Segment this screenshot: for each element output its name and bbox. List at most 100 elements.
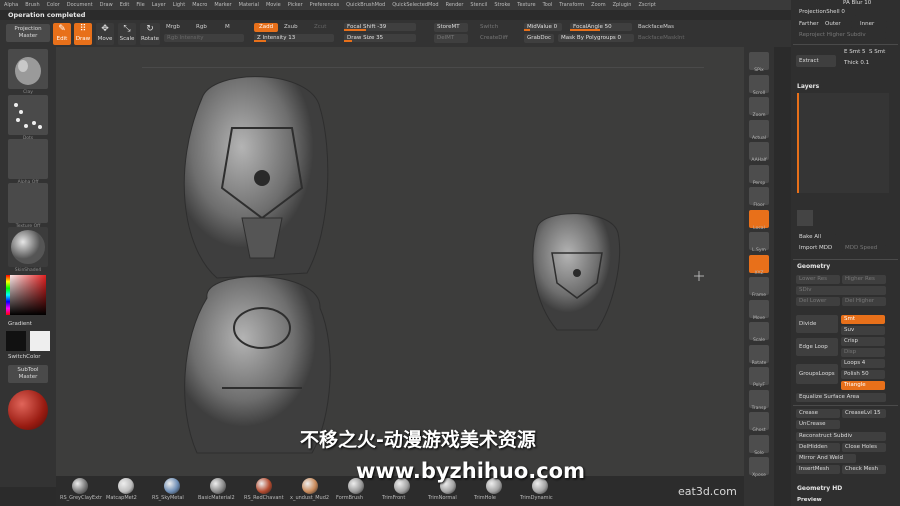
import-mdd-button[interactable]: Import MDD <box>796 244 840 253</box>
menu-item[interactable]: Color <box>47 2 60 8</box>
reproject-higher-subdiv-button[interactable]: Reproject Higher Subdiv <box>796 31 886 40</box>
layers-list[interactable] <box>797 93 889 193</box>
menu-item[interactable]: Stroke <box>494 2 510 8</box>
subtool-master-button[interactable]: SubTool Master <box>8 365 48 383</box>
menu-item[interactable]: Material <box>239 2 259 8</box>
crease-button[interactable]: Crease <box>796 409 840 418</box>
storemt-button[interactable]: StoreMT <box>434 23 468 32</box>
reconstruct-subdiv-button[interactable]: Reconstruct Subdiv <box>796 432 886 441</box>
extract-button[interactable]: Extract <box>796 55 836 67</box>
creatediff-button[interactable]: CreateDiff <box>480 35 508 41</box>
smt-toggle[interactable]: Smt <box>841 315 885 324</box>
material-swatch[interactable] <box>72 478 88 494</box>
z-intensity-slider[interactable]: Z Intensity 13 <box>254 34 334 42</box>
loops-slider[interactable]: Loops 4 <box>841 359 885 368</box>
grabdoc-button[interactable]: GrabDoc <box>524 34 554 43</box>
new-layer-button[interactable] <box>797 210 813 226</box>
material-swatch[interactable] <box>302 478 318 494</box>
stroke-thumbnail[interactable] <box>8 95 48 135</box>
focal-angle-slider[interactable]: FocalAngle 50 <box>570 23 632 31</box>
draw-button[interactable]: ⠿ Draw <box>74 23 92 45</box>
menu-item[interactable]: Macro <box>192 2 207 8</box>
menu-item[interactable]: Tool <box>543 2 553 8</box>
menu-item[interactable]: Layer <box>152 2 166 8</box>
del-higher-button[interactable]: Del Higher <box>842 297 886 306</box>
menu-item[interactable]: Edit <box>120 2 130 8</box>
switchcolor-button[interactable]: SwitchColor <box>8 354 41 360</box>
delhidden-button[interactable]: DelHidden <box>796 443 840 452</box>
move-button[interactable]: ✥ Move <box>96 23 114 45</box>
menu-item[interactable]: Stencil <box>470 2 487 8</box>
menu-item[interactable]: QuickSelectedMod <box>392 2 438 8</box>
menu-item[interactable]: Zplugin <box>613 2 632 8</box>
material-swatch[interactable] <box>256 478 272 494</box>
suv-toggle[interactable]: Suv <box>841 326 885 335</box>
menu-item[interactable]: Light <box>173 2 185 8</box>
color-picker[interactable] <box>6 275 46 315</box>
edit-button[interactable]: ✎ Edit <box>53 23 71 45</box>
scale-button[interactable]: ⤡ Scale <box>118 23 136 45</box>
menu-item[interactable]: File <box>136 2 144 8</box>
outer-button[interactable]: Outer <box>822 20 852 29</box>
sdiv-slider[interactable]: SDiv <box>796 286 886 295</box>
mrgb-button[interactable]: Mrgb <box>166 24 180 30</box>
alpha-thumbnail[interactable] <box>8 139 48 179</box>
material-swatch[interactable] <box>210 478 226 494</box>
disp-slider[interactable]: Disp <box>841 348 885 357</box>
switch-button[interactable]: Switch <box>480 24 498 30</box>
material-swatch[interactable] <box>118 478 134 494</box>
del-lower-button[interactable]: Del Lower <box>796 297 840 306</box>
menu-item[interactable]: Alpha <box>4 2 18 8</box>
zsub-button[interactable]: Zsub <box>284 24 298 30</box>
material-thumbnail[interactable] <box>8 227 48 267</box>
menu-item[interactable]: Preferences <box>310 2 339 8</box>
sculpt-models[interactable] <box>142 68 704 476</box>
mdd-speed-slider[interactable]: MDD Speed <box>842 244 886 253</box>
hue-strip[interactable] <box>6 275 10 315</box>
layers-title[interactable]: Layers <box>797 83 819 90</box>
menu-item[interactable]: Picker <box>288 2 303 8</box>
mask-by-polygroups-slider[interactable]: Mask By Polygroups 0 <box>558 34 634 42</box>
midvalue-slider[interactable]: MidValue 0 <box>524 23 562 31</box>
crisp-toggle[interactable]: Crisp <box>841 337 885 346</box>
menu-item[interactable]: Texture <box>517 2 535 8</box>
red-material-sphere[interactable] <box>8 390 48 430</box>
main-color-swatch[interactable] <box>6 331 26 351</box>
groupsloops-button[interactable]: GroupsLoops <box>796 364 838 384</box>
uncrease-button[interactable]: UnCrease <box>796 420 840 429</box>
menu-item[interactable]: Transform <box>559 2 584 8</box>
menu-item[interactable]: Brush <box>25 2 39 8</box>
projection-master-button[interactable]: Projection Master <box>6 24 50 42</box>
bake-all-button[interactable]: Bake All <box>796 233 836 242</box>
secondary-color-swatch[interactable] <box>30 331 50 351</box>
inner-button[interactable]: Inner <box>857 20 887 29</box>
menu-item[interactable]: QuickBrushMod <box>346 2 385 8</box>
delmt-button[interactable]: DelMT <box>434 34 468 43</box>
lower-res-button[interactable]: Lower Res <box>796 275 840 284</box>
pa-blur-slider[interactable]: PA Blur 10 <box>843 0 871 6</box>
mirror-and-weld-button[interactable]: Mirror And Weld <box>796 454 856 463</box>
higher-res-button[interactable]: Higher Res <box>842 275 886 284</box>
m-button[interactable]: M <box>225 24 230 30</box>
menu-item[interactable]: Document <box>67 2 93 8</box>
menu-item[interactable]: Zoom <box>591 2 605 8</box>
menu-item[interactable]: Render <box>446 2 464 8</box>
rotate-button[interactable]: ↻ Rotate <box>140 23 160 45</box>
geometry-title[interactable]: Geometry <box>797 263 830 270</box>
triangle-toggle[interactable]: Triangle <box>841 381 885 390</box>
s-smt-slider[interactable]: S Smt <box>866 48 888 57</box>
equalize-surface-area-button[interactable]: Equalize Surface Area <box>796 393 886 402</box>
zadd-button[interactable]: Zadd <box>254 23 278 32</box>
backfacemask-button[interactable]: BackfaceMas <box>638 24 674 30</box>
focal-shift-slider[interactable]: Focal Shift -39 <box>344 23 416 31</box>
zcut-button[interactable]: Zcut <box>314 24 326 30</box>
polish-slider[interactable]: Polish 50 <box>841 370 885 379</box>
preview-title[interactable]: Preview <box>797 497 822 503</box>
draw-size-slider[interactable]: Draw Size 35 <box>344 34 416 42</box>
divide-button[interactable]: Divide <box>796 315 838 333</box>
texture-thumbnail[interactable] <box>8 183 48 223</box>
creaselvl-slider[interactable]: CreaseLvl 15 <box>842 409 886 418</box>
rgb-button[interactable]: Rgb <box>196 24 207 30</box>
edge-loop-button[interactable]: Edge Loop <box>796 338 838 356</box>
menu-item[interactable]: Draw <box>100 2 113 8</box>
